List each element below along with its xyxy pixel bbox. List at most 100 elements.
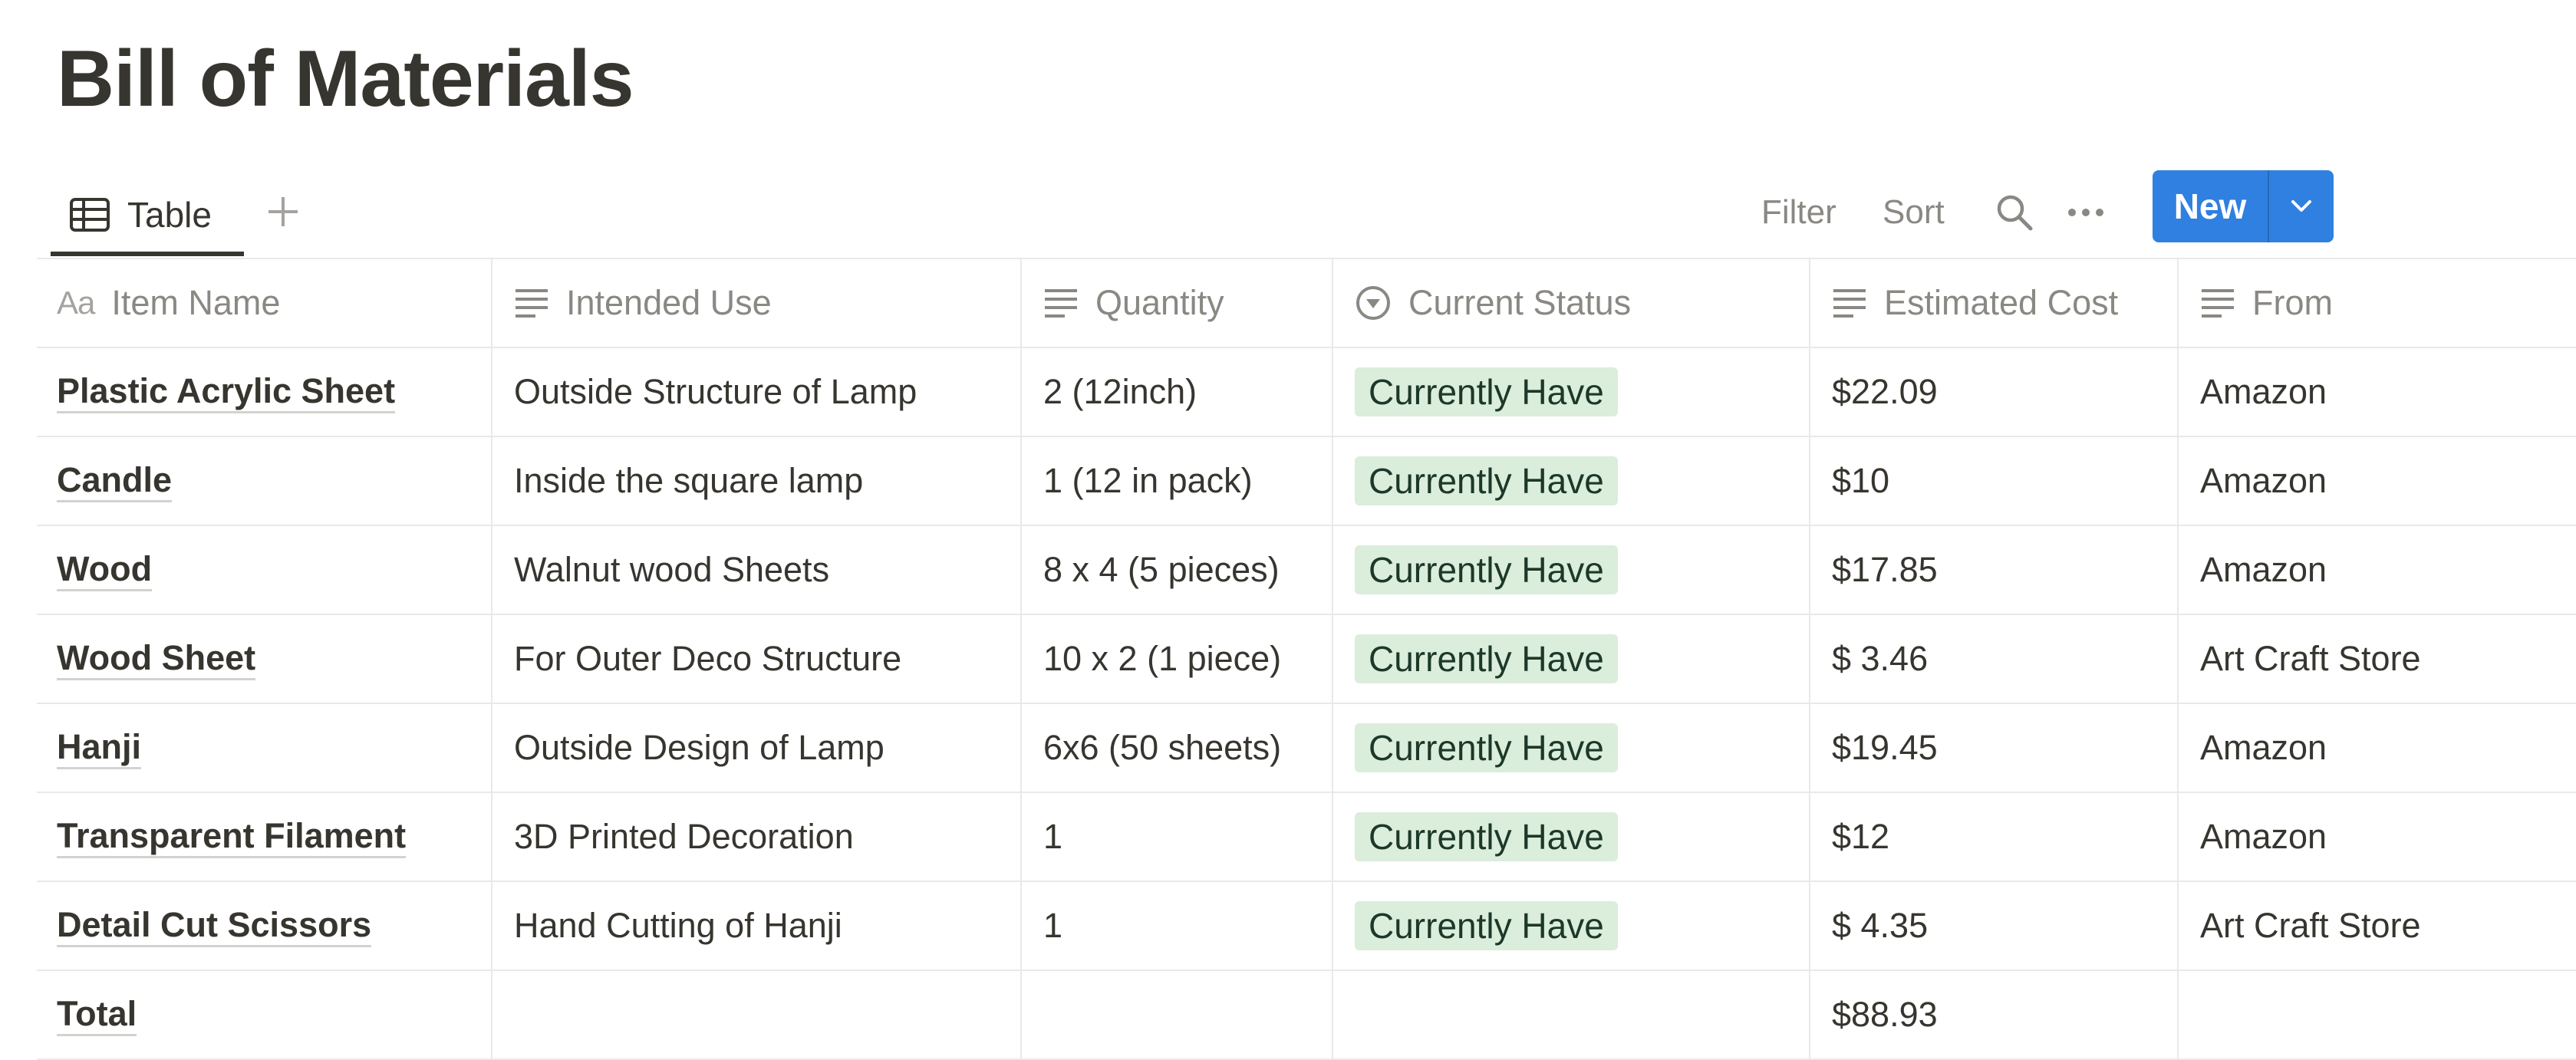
page-title: Bill of Materials [57,35,634,123]
table-row: Detail Cut Scissors Hand Cutting of Hanj… [37,882,2576,971]
status-badge: Currently Have [1355,634,1618,683]
intended-use-cell[interactable]: For Outer Deco Structure [492,615,1022,703]
quantity-cell[interactable]: 1 (12 in pack) [1022,437,1333,525]
item-name-cell[interactable]: Hanji [37,704,492,792]
from-cell[interactable]: Amazon [2179,526,2576,614]
item-name[interactable]: Wood Sheet [57,638,256,680]
status-cell[interactable]: Currently Have [1333,348,1810,436]
table-row: Transparent Filament 3D Printed Decorati… [37,793,2576,882]
more-options-button[interactable] [2059,186,2113,239]
item-name[interactable]: Total [57,994,137,1036]
table-row: Candle Inside the square lamp 1 (12 in p… [37,437,2576,526]
from-cell[interactable]: Amazon [2179,348,2576,436]
new-button-group: New [2153,170,2334,242]
quantity-cell[interactable]: 2 (12inch) [1022,348,1333,436]
item-name-cell[interactable]: Wood [37,526,492,614]
plus-icon [265,194,301,229]
column-label: Current Status [1408,283,1632,322]
item-name-cell[interactable]: Plastic Acrylic Sheet [37,348,492,436]
status-badge: Currently Have [1355,723,1618,772]
item-name-cell[interactable]: Total [37,971,492,1058]
quantity-cell[interactable]: 1 [1022,882,1333,969]
item-name-cell[interactable]: Candle [37,437,492,525]
status-cell[interactable]: Currently Have [1333,615,1810,703]
search-button[interactable] [1991,186,2037,239]
filter-button[interactable]: Filter [1761,186,1836,239]
column-label: Intended Use [566,283,772,322]
status-badge: Currently Have [1355,812,1618,861]
status-cell[interactable]: Currently Have [1333,437,1810,525]
intended-use-cell[interactable]: 3D Printed Decoration [492,793,1022,881]
status-cell[interactable]: Currently Have [1333,882,1810,969]
column-header-current-status[interactable]: Current Status [1333,259,1810,347]
estimated-cost-cell[interactable]: $19.45 [1810,704,2179,792]
table-icon [69,197,110,232]
item-name[interactable]: Plastic Acrylic Sheet [57,371,396,413]
intended-use-cell[interactable]: Walnut wood Sheets [492,526,1022,614]
column-header-item-name[interactable]: Aa Item Name [37,259,492,347]
status-cell[interactable]: Currently Have [1333,704,1810,792]
estimated-cost-cell[interactable]: $ 3.46 [1810,615,2179,703]
estimated-cost-cell[interactable]: $10 [1810,437,2179,525]
status-badge: Currently Have [1355,901,1618,950]
text-property-icon [1832,288,1867,318]
item-name-cell[interactable]: Wood Sheet [37,615,492,703]
column-label: Item Name [111,283,281,322]
from-cell[interactable]: Art Craft Store [2179,615,2576,703]
table-row: Wood Walnut wood Sheets 8 x 4 (5 pieces)… [37,526,2576,615]
quantity-cell[interactable] [1022,971,1333,1058]
chevron-down-icon [2290,199,2313,214]
tab-table-view[interactable]: Table [52,176,229,253]
from-cell[interactable]: Art Craft Store [2179,882,2576,969]
item-name[interactable]: Detail Cut Scissors [57,905,372,947]
column-header-quantity[interactable]: Quantity [1022,259,1333,347]
table-row: Wood Sheet For Outer Deco Structure 10 x… [37,615,2576,704]
quantity-cell[interactable]: 8 x 4 (5 pieces) [1022,526,1333,614]
intended-use-cell[interactable] [492,971,1022,1058]
column-header-intended-use[interactable]: Intended Use [492,259,1022,347]
from-cell[interactable]: Amazon [2179,704,2576,792]
intended-use-cell[interactable]: Outside Design of Lamp [492,704,1022,792]
tab-label: Table [127,195,212,235]
from-cell[interactable]: Amazon [2179,437,2576,525]
estimated-cost-cell[interactable]: $22.09 [1810,348,2179,436]
status-cell[interactable]: Currently Have [1333,526,1810,614]
item-name-cell[interactable]: Detail Cut Scissors [37,882,492,969]
status-cell[interactable] [1333,971,1810,1058]
estimated-cost-cell[interactable]: $ 4.35 [1810,882,2179,969]
quantity-cell[interactable]: 1 [1022,793,1333,881]
status-cell[interactable]: Currently Have [1333,793,1810,881]
item-name[interactable]: Candle [57,460,173,502]
bom-table: Aa Item Name Intended Use Quantity Curre… [37,258,2576,1060]
new-button[interactable]: New [2153,170,2268,242]
text-property-icon [514,288,549,318]
search-icon [1995,193,2034,232]
new-options-button[interactable] [2269,170,2334,242]
quantity-cell[interactable]: 10 x 2 (1 piece) [1022,615,1333,703]
add-view-button[interactable] [256,181,310,242]
status-icon [1355,285,1392,321]
column-header-from[interactable]: From [2179,259,2576,347]
column-label: Estimated Cost [1884,283,2119,322]
item-name[interactable]: Transparent Filament [57,816,407,858]
estimated-cost-cell[interactable]: $12 [1810,793,2179,881]
intended-use-cell[interactable]: Hand Cutting of Hanji [492,882,1022,969]
table-row: Hanji Outside Design of Lamp 6x6 (50 she… [37,704,2576,793]
more-icon [2067,207,2105,218]
item-name[interactable]: Hanji [57,727,142,769]
estimated-cost-cell[interactable]: $88.93 [1810,971,2179,1058]
view-bar: Table Filter Sort New [37,161,2576,256]
from-cell[interactable] [2179,971,2576,1058]
text-property-icon [2200,288,2235,318]
intended-use-cell[interactable]: Inside the square lamp [492,437,1022,525]
item-name-cell[interactable]: Transparent Filament [37,793,492,881]
item-name[interactable]: Wood [57,549,153,591]
intended-use-cell[interactable]: Outside Structure of Lamp [492,348,1022,436]
quantity-cell[interactable]: 6x6 (50 sheets) [1022,704,1333,792]
status-badge: Currently Have [1355,367,1618,416]
column-header-estimated-cost[interactable]: Estimated Cost [1810,259,2179,347]
estimated-cost-cell[interactable]: $17.85 [1810,526,2179,614]
column-label: From [2252,283,2333,322]
from-cell[interactable]: Amazon [2179,793,2576,881]
sort-button[interactable]: Sort [1883,186,1945,239]
